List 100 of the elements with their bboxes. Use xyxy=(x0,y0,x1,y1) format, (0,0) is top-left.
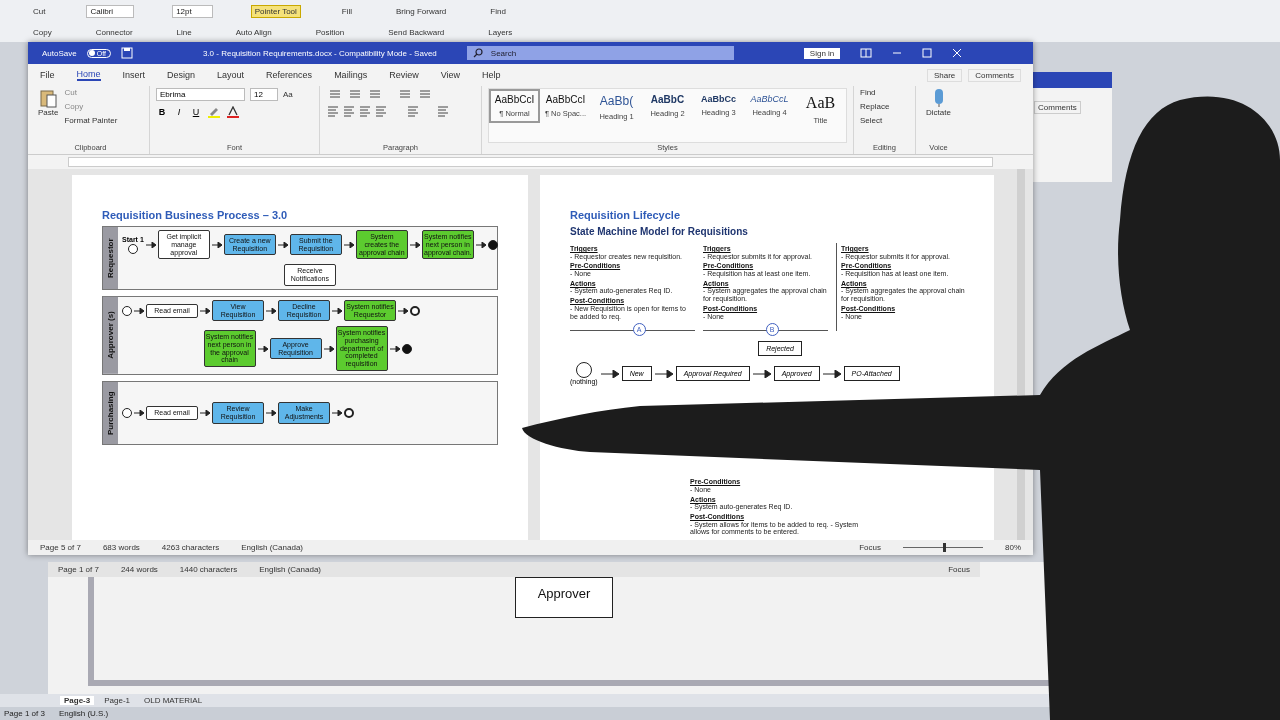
font-color-icon[interactable] xyxy=(226,106,240,118)
focus-button[interactable]: Focus xyxy=(948,565,970,574)
language-label: English (Canada) xyxy=(241,543,304,552)
maximize-icon[interactable] xyxy=(922,48,933,58)
arrow xyxy=(266,409,276,416)
ribbon-button[interactable]: Fill xyxy=(338,5,356,17)
font-family-field[interactable]: Ebrima xyxy=(156,88,245,101)
arrow xyxy=(409,241,420,248)
ribbon-tab[interactable]: Review xyxy=(389,70,419,80)
ribbon-button[interactable]: Copy xyxy=(30,26,55,38)
arrow xyxy=(277,241,288,248)
arrow xyxy=(145,241,156,248)
share-button[interactable]: Share xyxy=(926,68,963,82)
section-heading: Requisition Business Process – 3.0 xyxy=(102,209,289,221)
zoom-level: 80% xyxy=(1005,543,1021,552)
ribbon-tab[interactable]: Home xyxy=(76,69,101,81)
ribbon-button[interactable]: Connector xyxy=(92,26,136,38)
arrow xyxy=(600,369,619,378)
ribbon-tab[interactable]: Help xyxy=(482,70,501,80)
microphone-icon xyxy=(932,88,945,108)
ribbon-button[interactable]: Cut xyxy=(30,5,49,17)
editing-button[interactable]: Select xyxy=(860,116,883,125)
event-circle xyxy=(401,343,412,354)
ribbon-tab[interactable]: Insert xyxy=(122,70,146,80)
lane-label: Purchasing xyxy=(103,381,118,444)
arrow xyxy=(266,307,276,314)
dictate-button[interactable]: Dictate xyxy=(926,88,951,117)
arrow xyxy=(200,307,210,314)
save-icon[interactable] xyxy=(120,47,133,59)
arrow xyxy=(389,345,400,352)
event-circle xyxy=(410,305,420,316)
character-count: 1440 characters xyxy=(179,565,238,574)
window-title: 3.0 - Requisition Requirements.docx - Compatibility Mode - Saved xyxy=(202,48,437,58)
search-field[interactable]: Search xyxy=(466,46,734,60)
arrow xyxy=(211,241,222,248)
ribbon-button[interactable]: Send Backward xyxy=(385,26,448,38)
arrow xyxy=(332,307,342,314)
sheet-tab[interactable]: OLD MATERIAL xyxy=(140,696,207,705)
ribbon-tab[interactable]: View xyxy=(440,70,460,80)
format-painter-button[interactable]: Format Painter xyxy=(64,116,118,125)
arrow xyxy=(343,241,354,248)
arrow xyxy=(323,345,334,352)
approver-shape: Approver xyxy=(514,577,614,618)
arrow xyxy=(134,409,144,416)
ribbon-button[interactable]: Layers xyxy=(485,26,516,38)
arrow xyxy=(200,409,210,416)
autosave-label: AutoSave xyxy=(42,48,77,58)
ribbon-display-icon[interactable] xyxy=(860,48,873,58)
bold-button[interactable]: B xyxy=(156,107,168,117)
comments-button[interactable]: Comments xyxy=(968,68,1021,82)
ribbon-button[interactable]: Find xyxy=(487,5,509,17)
arrow xyxy=(398,307,408,314)
lane-label: Approver (s) xyxy=(103,297,118,374)
editing-button[interactable]: Replace xyxy=(860,102,890,111)
word-count: 683 words xyxy=(102,543,140,552)
ribbon-tab[interactable]: File xyxy=(40,70,55,80)
ribbon-button[interactable]: Pointer Tool xyxy=(250,4,301,18)
language-label: English (Canada) xyxy=(259,565,322,574)
arrow xyxy=(822,369,841,378)
section-subheading: State Machine Model for Requisitions xyxy=(570,226,749,237)
arrow xyxy=(257,345,268,352)
arrow xyxy=(654,369,673,378)
ribbon-button[interactable]: Line xyxy=(173,26,195,38)
font-size-field[interactable]: 12 xyxy=(250,88,278,101)
comments-button[interactable]: Comments xyxy=(1034,101,1081,114)
editing-button[interactable]: Find xyxy=(860,88,876,97)
ribbon-button[interactable]: Bring Forward xyxy=(393,5,450,17)
sign-in-button[interactable]: Sign in xyxy=(803,47,841,59)
language-label: English (U.S.) xyxy=(58,709,109,718)
ribbon-tab[interactable]: References xyxy=(266,70,313,80)
font-field[interactable]: 12pt xyxy=(172,4,213,18)
sheet-tab[interactable]: Page-3 xyxy=(60,696,95,705)
event-circle xyxy=(344,407,354,418)
arrow xyxy=(134,307,144,314)
search-icon xyxy=(472,48,483,58)
event-circle xyxy=(127,243,138,254)
focus-button[interactable]: Focus xyxy=(859,543,881,552)
underline-button[interactable]: U xyxy=(190,107,202,117)
clipboard-icon xyxy=(39,88,58,108)
page-count: Page 1 of 7 xyxy=(58,565,99,574)
page-count: Page 5 of 7 xyxy=(40,543,81,552)
event-circle xyxy=(122,305,132,316)
section-heading: Requisition Lifecycle xyxy=(570,209,682,221)
character-count: 4263 characters xyxy=(161,543,220,552)
word-count: 244 words xyxy=(120,565,158,574)
ribbon-button[interactable]: Auto Align xyxy=(232,26,275,38)
page-count: Page 1 of 3 xyxy=(4,709,45,718)
arrow xyxy=(752,369,771,378)
ribbon-tab[interactable]: Layout xyxy=(217,70,245,80)
sheet-tab[interactable]: Page-1 xyxy=(100,696,135,705)
font-field[interactable]: Calibri xyxy=(86,4,135,18)
paste-button[interactable]: Paste xyxy=(38,88,59,117)
italic-button[interactable]: I xyxy=(173,107,185,117)
arrow xyxy=(332,409,342,416)
change-case-button[interactable]: Aa xyxy=(282,90,293,99)
close-icon[interactable] xyxy=(952,48,963,58)
highlighter-icon[interactable] xyxy=(207,106,221,118)
ribbon-tab[interactable]: Design xyxy=(167,70,196,80)
ribbon-button[interactable]: Position xyxy=(312,26,348,38)
ribbon-tab[interactable]: Mailings xyxy=(334,70,368,80)
